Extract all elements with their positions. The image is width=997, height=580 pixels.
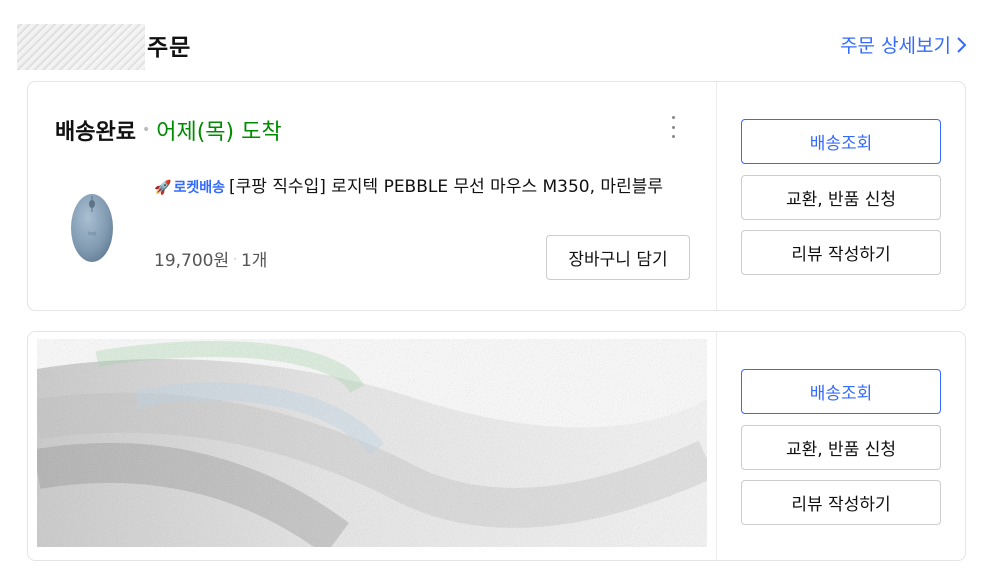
track-delivery-button[interactable]: 배송조회: [741, 369, 941, 414]
price-separator: ·: [233, 251, 237, 266]
delivery-status: 배송완료 • 어제(목) 도착: [55, 114, 282, 146]
rocket-delivery-badge: 🚀 로켓배송: [154, 173, 225, 203]
quantity: 1개: [240, 251, 268, 271]
arrival-date: 어제(목) 도착: [156, 120, 282, 145]
order-actions: 배송조회 교환, 반품 신청 리뷰 작성하기: [717, 332, 965, 560]
add-to-cart-button[interactable]: 장바구니 담기: [546, 235, 690, 280]
order-item-info: [28, 332, 716, 560]
price-quantity: 19,700원 · 1개: [154, 246, 267, 271]
status-done: 배송완료: [55, 120, 136, 145]
product-title[interactable]: 🚀 로켓배송 [쿠팡 직수입] 로지텍 PEBBLE 무선 마우스 M350, …: [154, 172, 689, 203]
track-delivery-button[interactable]: 배송조회: [741, 119, 941, 164]
rocket-icon: 🚀: [154, 180, 172, 196]
status-separator: •: [141, 122, 151, 138]
write-review-button[interactable]: 리뷰 작성하기: [741, 480, 941, 525]
order-item-info: 배송완료 • 어제(목) 도착 logi 🚀 로켓배송 [쿠팡 직수입] 로지텍…: [28, 82, 716, 310]
order-detail-label: 주문 상세보기: [840, 35, 951, 57]
order-item-card: 배송완료 • 어제(목) 도착 logi 🚀 로켓배송 [쿠팡 직수입] 로지텍…: [27, 81, 966, 311]
exchange-return-button[interactable]: 교환, 반품 신청: [741, 425, 941, 470]
price: 19,700원: [154, 251, 230, 271]
svg-text:logi: logi: [87, 231, 96, 237]
order-date-redacted: [17, 24, 145, 70]
chevron-right-icon: [957, 36, 967, 53]
product-image[interactable]: logi: [64, 190, 120, 266]
exchange-return-button[interactable]: 교환, 반품 신청: [741, 175, 941, 220]
badge-label: 로켓배송: [173, 180, 225, 196]
more-vertical-icon[interactable]: [670, 116, 676, 138]
order-actions: 배송조회 교환, 반품 신청 리뷰 작성하기: [717, 82, 965, 310]
write-review-button[interactable]: 리뷰 작성하기: [741, 230, 941, 275]
order-heading: 주문: [147, 35, 192, 61]
redacted-content-image: [37, 339, 707, 547]
product-title-text: [쿠팡 직수입] 로지텍 PEBBLE 무선 마우스 M350, 마린블루: [228, 177, 663, 197]
order-item-card: 배송조회 교환, 반품 신청 리뷰 작성하기: [27, 331, 966, 561]
order-detail-link[interactable]: 주문 상세보기: [840, 31, 967, 58]
